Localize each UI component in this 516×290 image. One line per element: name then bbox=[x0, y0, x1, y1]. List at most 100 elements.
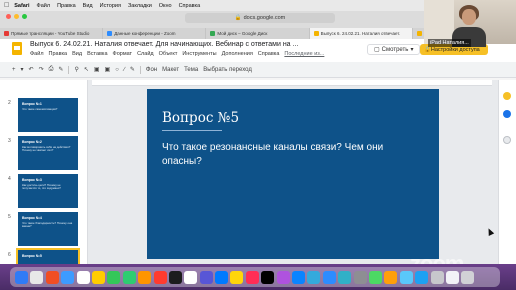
slide-thumbnail-selected[interactable]: Вопрос №5 bbox=[16, 248, 80, 266]
dock-app-icon[interactable] bbox=[138, 270, 152, 284]
slide-body-text[interactable]: Что такое резонансные каналы связи? Чем … bbox=[162, 141, 417, 169]
dock-app-icon[interactable] bbox=[45, 270, 59, 284]
dock-app-icon[interactable] bbox=[322, 270, 336, 284]
apple-icon[interactable]:  bbox=[4, 2, 9, 9]
slides-menu-help[interactable]: Справка bbox=[258, 51, 280, 57]
dock-app-icon[interactable] bbox=[30, 270, 44, 284]
slide-number: 6 bbox=[8, 252, 11, 258]
dock-app-icon[interactable] bbox=[122, 270, 136, 284]
redo-icon[interactable]: ↷ bbox=[39, 66, 44, 73]
presentation-title[interactable]: Выпуск 6. 24.02.21. Наталия отвечает. Дл… bbox=[30, 41, 298, 48]
slides-menu-tools[interactable]: Инструменты bbox=[182, 51, 216, 57]
dock-app-icon[interactable] bbox=[107, 270, 121, 284]
last-edit-link[interactable]: Последние из... bbox=[284, 51, 324, 57]
dock-app-icon[interactable] bbox=[215, 270, 229, 284]
slide-number: 3 bbox=[8, 138, 11, 144]
browser-tab-slides-active[interactable]: Выпуск 6. 24.02.21. Наталия отвечает. bbox=[309, 28, 413, 39]
slide-title[interactable]: Вопрос №5 bbox=[162, 110, 239, 126]
undo-icon[interactable]: ↶ bbox=[29, 66, 34, 73]
paint-format-icon[interactable]: ✎ bbox=[58, 66, 63, 73]
dock-app-icon[interactable] bbox=[245, 270, 259, 284]
menu-app-name[interactable]: Safari bbox=[14, 3, 29, 9]
dock-app-icon[interactable] bbox=[353, 270, 367, 284]
present-button[interactable]: ▢ Смотреть ▾ bbox=[367, 44, 421, 55]
background-button[interactable]: Фон bbox=[146, 67, 157, 73]
browser-tab-drive[interactable]: Мой диск – Google Диск bbox=[206, 28, 310, 39]
line-icon[interactable]: ∕ bbox=[124, 67, 125, 73]
zoom-window-button[interactable] bbox=[22, 14, 27, 19]
thumbnail-title: Вопрос №4 bbox=[22, 216, 42, 220]
layout-button[interactable]: Макет bbox=[162, 67, 179, 73]
slide-thumbnail[interactable]: Вопрос №3 Как достичь цели? Почему не по… bbox=[18, 174, 78, 208]
address-bar[interactable]: 🔒 docs.google.com bbox=[185, 13, 335, 23]
slide-thumbnail[interactable]: Вопрос №2 Как мотивировать себя на дейст… bbox=[18, 136, 78, 170]
image-icon[interactable]: ▣ bbox=[105, 66, 111, 73]
slides-menu-view[interactable]: Вид bbox=[72, 51, 82, 57]
chevron-down-icon[interactable]: ▾ bbox=[21, 66, 24, 73]
browser-tab-youtube[interactable]: Прямые трансляции - YouTube Studio bbox=[0, 28, 104, 39]
new-slide-icon[interactable]: + bbox=[12, 67, 16, 73]
dock-app-icon[interactable] bbox=[338, 270, 352, 284]
shape-icon[interactable]: ○ bbox=[115, 67, 119, 73]
dock-app-icon[interactable] bbox=[15, 270, 28, 284]
slide-thumbnail[interactable]: Вопрос №1 Что такое самомотивация? bbox=[18, 98, 78, 132]
slides-menu-edit[interactable]: Правка bbox=[49, 51, 68, 57]
dock-app-icon[interactable] bbox=[384, 270, 398, 284]
select-icon[interactable]: ↖ bbox=[84, 66, 89, 73]
comment-icon[interactable]: ✎ bbox=[130, 66, 135, 73]
slide-thumbnail[interactable]: Вопрос №4 Что такое благодарность? Почем… bbox=[18, 212, 78, 246]
dock-app-icon[interactable] bbox=[276, 270, 290, 284]
dock-app-icon[interactable] bbox=[292, 270, 306, 284]
thumbnail-body: Что такое благодарность? Почему она важн… bbox=[22, 221, 73, 229]
dock-app-icon[interactable] bbox=[199, 270, 213, 284]
slides-favicon-icon bbox=[313, 31, 319, 36]
address-text: docs.google.com bbox=[243, 15, 286, 21]
dock-app-icon[interactable] bbox=[430, 270, 444, 284]
slides-menu-insert[interactable]: Вставка bbox=[87, 51, 107, 57]
menu-view[interactable]: Вид bbox=[83, 3, 93, 9]
dock-app-icon[interactable] bbox=[368, 270, 382, 284]
dock-app-icon[interactable] bbox=[261, 270, 275, 284]
dock-app-icon[interactable] bbox=[307, 270, 321, 284]
dock-app-icon[interactable] bbox=[230, 270, 244, 284]
dock-app-icon[interactable] bbox=[91, 270, 105, 284]
slides-menu-addons[interactable]: Дополнения bbox=[222, 51, 253, 57]
browser-tab-zoom[interactable]: Данные конференции - Zoom bbox=[103, 28, 207, 39]
dock-app-icon[interactable] bbox=[76, 270, 90, 284]
menu-help[interactable]: Справка bbox=[179, 3, 201, 9]
menu-bookmarks[interactable]: Закладки bbox=[128, 3, 152, 9]
menu-edit[interactable]: Правка bbox=[57, 3, 76, 9]
dock-app-icon[interactable] bbox=[445, 270, 459, 284]
theme-button[interactable]: Тема bbox=[184, 67, 198, 73]
participant-face bbox=[462, 9, 476, 25]
slides-menu-format[interactable]: Формат bbox=[113, 51, 133, 57]
dock-app-icon[interactable] bbox=[415, 270, 429, 284]
dock-app-icon[interactable] bbox=[399, 270, 413, 284]
tasks-icon[interactable] bbox=[503, 110, 511, 118]
add-icon[interactable] bbox=[503, 136, 511, 144]
slides-menu-slide[interactable]: Слайд bbox=[137, 51, 154, 57]
horizontal-ruler bbox=[92, 80, 492, 86]
menu-file[interactable]: Файл bbox=[37, 3, 51, 9]
thumbnail-body: Как достичь цели? Почему не получается т… bbox=[22, 183, 61, 191]
menu-history[interactable]: История bbox=[100, 3, 121, 9]
text-box-icon[interactable]: ▣ bbox=[94, 66, 100, 73]
minimize-window-button[interactable] bbox=[14, 14, 19, 19]
dock-app-icon[interactable] bbox=[461, 270, 475, 284]
dock-app-icon[interactable] bbox=[61, 270, 75, 284]
lock-icon: 🔒 bbox=[234, 15, 242, 21]
transition-button[interactable]: Выбрать переход bbox=[203, 67, 252, 73]
keep-icon[interactable] bbox=[503, 92, 511, 100]
present-icon: ▢ bbox=[374, 47, 380, 53]
dock-app-icon[interactable] bbox=[153, 270, 167, 284]
dock-app-icon[interactable] bbox=[184, 270, 198, 284]
print-icon[interactable]: ⎙ bbox=[49, 66, 54, 73]
zoom-icon[interactable]: ⚲ bbox=[74, 66, 78, 73]
dock-app-icon[interactable] bbox=[168, 270, 182, 284]
slides-menu-file[interactable]: Файл bbox=[30, 51, 44, 57]
slides-menu-object[interactable]: Объект bbox=[159, 51, 178, 57]
close-window-button[interactable] bbox=[6, 14, 11, 19]
menu-window[interactable]: Окно bbox=[159, 3, 172, 9]
tab-label: Выпуск 6. 24.02.21. Наталия отвечает. bbox=[320, 31, 401, 36]
google-slides-logo-icon[interactable] bbox=[12, 42, 22, 55]
